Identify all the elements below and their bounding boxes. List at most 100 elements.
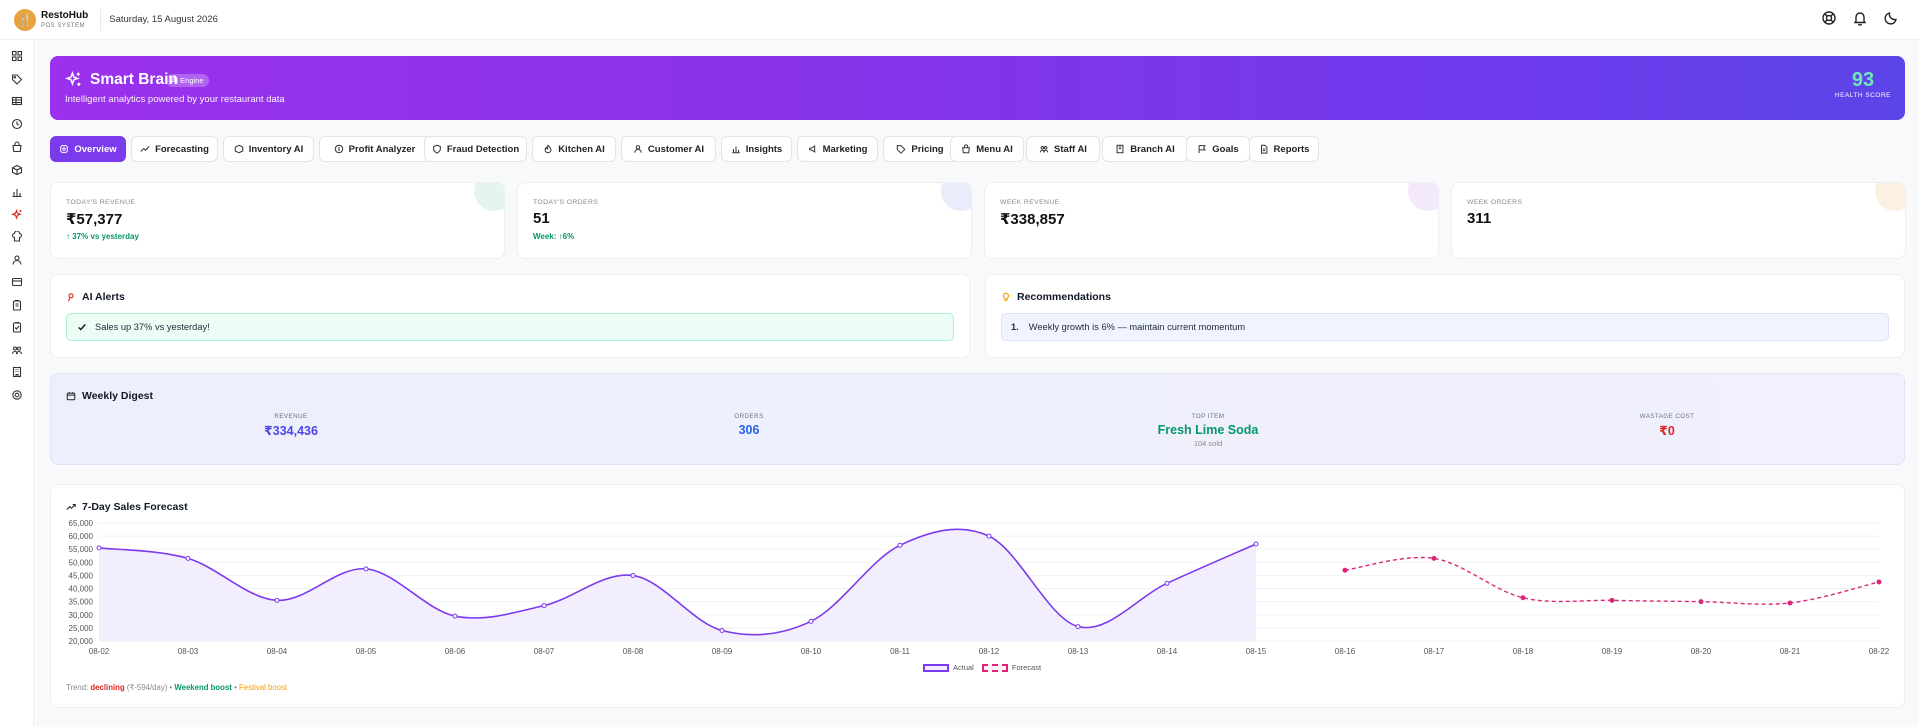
forecast-point[interactable] xyxy=(1876,579,1882,585)
forecast-point[interactable] xyxy=(1609,597,1615,603)
actual-point[interactable] xyxy=(274,597,280,603)
tab-label: Branch AI xyxy=(1130,143,1175,155)
actual-point[interactable] xyxy=(1253,541,1259,547)
actual-point[interactable] xyxy=(808,618,814,624)
tab-reports[interactable]: Reports xyxy=(1249,136,1319,162)
health-score-label: HEALTH SCORE xyxy=(1834,92,1891,99)
stat-change: ↑ 37% vs yesterday xyxy=(66,232,139,241)
digest-label: TOP ITEM xyxy=(1191,413,1225,420)
tab-fraud-detection[interactable]: Fraud Detection xyxy=(424,136,527,162)
y-tick-label: 30,000 xyxy=(69,611,94,620)
weekend-boost-label: Weekend boost xyxy=(174,683,232,692)
sidebar-item-table[interactable] xyxy=(10,94,24,108)
x-tick-label: 08-05 xyxy=(356,647,377,656)
users-icon xyxy=(12,255,22,265)
recommendations-card: Recommendations 1. Weekly growth is 6% —… xyxy=(985,274,1905,358)
trend-prefix: Trend: xyxy=(66,683,89,692)
overview-icon xyxy=(60,145,69,153)
x-tick-label: 08-04 xyxy=(267,647,288,656)
actual-point[interactable] xyxy=(452,613,458,619)
tab-forecasting[interactable]: Forecasting xyxy=(131,136,218,162)
bell-icon[interactable] xyxy=(1852,10,1868,31)
digest-value: ₹0 xyxy=(1659,424,1675,438)
forecast-point[interactable] xyxy=(1342,567,1348,573)
tab-goals[interactable]: Goals xyxy=(1186,136,1250,162)
sidebar-item-team[interactable] xyxy=(10,343,24,357)
sidebar-item-clipboard-check[interactable] xyxy=(10,320,24,334)
tab-profit-analyzer[interactable]: Profit Analyzer xyxy=(319,136,430,162)
sidebar-item-settings[interactable] xyxy=(10,388,24,402)
actual-point[interactable] xyxy=(96,545,102,551)
sidebar-item-grid[interactable] xyxy=(10,49,24,63)
ai-alerts-title: AI Alerts xyxy=(82,291,125,303)
x-tick-label: 08-03 xyxy=(178,647,199,656)
tab-label: Fraud Detection xyxy=(446,143,520,155)
tab-label: Forecasting xyxy=(155,143,209,155)
digest-orders: ORDERS 306 xyxy=(649,413,849,437)
tab-overview[interactable]: Overview xyxy=(50,136,126,162)
flame-icon xyxy=(544,144,552,154)
brand[interactable]: 🍴 RestoHub POS SYSTEM xyxy=(0,8,88,31)
top-bar: 🍴 RestoHub POS SYSTEM Saturday, 15 Augus… xyxy=(0,0,1919,40)
tab-label: Goals xyxy=(1212,143,1239,155)
stat-value: 51 xyxy=(533,210,550,227)
tab-inventory-ai[interactable]: Inventory AI xyxy=(223,136,314,162)
stat-card: TODAY'S ORDERS 51 Week: ↑6% xyxy=(517,182,972,259)
sidebar-item-building[interactable] xyxy=(10,365,24,379)
tab-marketing[interactable]: Marketing xyxy=(797,136,878,162)
sidebar-item-bag[interactable] xyxy=(10,140,24,154)
tab-kitchen-ai[interactable]: Kitchen AI xyxy=(532,136,616,162)
sidebar-item-tag[interactable] xyxy=(10,72,24,86)
tab-branch-ai[interactable]: Branch AI xyxy=(1102,136,1188,162)
bag-icon xyxy=(12,141,22,153)
actual-point[interactable] xyxy=(630,572,636,578)
actual-point[interactable] xyxy=(986,533,992,539)
trend-summary: Trend: declining (₹-594/day) • Weekend b… xyxy=(66,683,287,692)
tab-menu-ai[interactable]: Menu AI xyxy=(950,136,1024,162)
tab-label: Marketing xyxy=(822,143,868,155)
legend-forecast-label: Forecast xyxy=(1011,663,1042,672)
forecast-point[interactable] xyxy=(1698,599,1704,605)
x-tick-label: 08-16 xyxy=(1335,647,1356,656)
sidebar-item-clock[interactable] xyxy=(10,117,24,131)
actual-point[interactable] xyxy=(897,542,903,548)
decorative-blob xyxy=(1875,183,1905,211)
x-tick-label: 08-18 xyxy=(1513,647,1534,656)
actual-point[interactable] xyxy=(1164,580,1170,586)
alert-text: Sales up 37% vs yesterday! xyxy=(95,322,210,332)
forecast-point[interactable] xyxy=(1431,555,1437,561)
tab-insights[interactable]: Insights xyxy=(721,136,792,162)
sidebar-item-chef[interactable] xyxy=(10,230,24,244)
sidebar-item-chart[interactable] xyxy=(10,185,24,199)
x-tick-label: 08-08 xyxy=(623,647,644,656)
forecast-point[interactable] xyxy=(1520,595,1526,601)
moon-icon[interactable] xyxy=(1883,10,1899,31)
actual-point[interactable] xyxy=(541,603,547,609)
actual-point[interactable] xyxy=(363,566,369,572)
help-icon[interactable] xyxy=(1821,10,1837,31)
tab-label: Overview xyxy=(74,143,117,155)
tab-customer-ai[interactable]: Customer AI xyxy=(621,136,716,162)
tag-icon xyxy=(11,74,23,85)
recommendation-item: 1. Weekly growth is 6% — maintain curren… xyxy=(1001,313,1889,341)
sidebar-item-sparkle[interactable] xyxy=(10,208,24,222)
stat-value: ₹338,857 xyxy=(1000,211,1065,228)
actual-point[interactable] xyxy=(719,628,725,634)
stat-value: ₹57,377 xyxy=(66,211,123,228)
actual-point[interactable] xyxy=(185,555,191,561)
sidebar-item-users[interactable] xyxy=(10,253,24,267)
x-tick-label: 08-09 xyxy=(712,647,733,656)
sidebar-item-card[interactable] xyxy=(10,275,24,289)
actual-area xyxy=(99,529,1256,641)
forecast-point[interactable] xyxy=(1787,600,1793,606)
tab-pricing[interactable]: Pricing xyxy=(883,136,957,162)
tab-staff-ai[interactable]: Staff AI xyxy=(1026,136,1100,162)
sidebar-item-box[interactable] xyxy=(10,163,24,177)
festival-boost-label: Festival boost xyxy=(238,683,288,692)
legend-forecast-swatch xyxy=(981,663,1008,672)
current-date: Saturday, 15 August 2026 xyxy=(109,14,218,25)
sidebar-item-clipboard[interactable] xyxy=(10,298,24,312)
x-tick-label: 08-22 xyxy=(1869,647,1890,656)
actual-point[interactable] xyxy=(1075,624,1081,630)
price-tag-icon xyxy=(897,145,906,154)
